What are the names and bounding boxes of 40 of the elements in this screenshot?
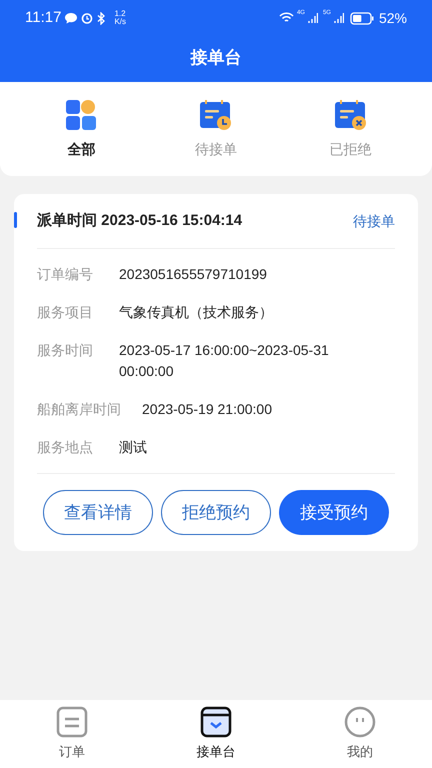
network-speed-value: 1.2 <box>114 10 126 18</box>
accent-bar <box>14 212 17 228</box>
calendar-clock-icon <box>198 98 233 130</box>
calendar-cross-icon <box>334 98 368 130</box>
field-label: 服务项目 <box>37 303 94 322</box>
face-icon <box>344 706 376 738</box>
list-icon <box>56 706 88 738</box>
category-tab[interactable]: 已拒绝 <box>300 98 401 160</box>
nav-tab[interactable]: 接单台 <box>166 706 266 762</box>
wifi-icon <box>278 12 294 24</box>
action-button[interactable]: 拒绝预约 <box>161 490 271 535</box>
field-label: 船舶离岸时间 <box>37 400 121 419</box>
page-title: 接单台 <box>190 47 242 70</box>
action-button[interactable]: 接受预约 <box>279 490 389 535</box>
category-tab[interactable]: 待接单 <box>166 98 266 160</box>
nav-tab[interactable]: 我的 <box>310 706 410 762</box>
action-button[interactable]: 查看详情 <box>43 490 153 535</box>
category-tab[interactable]: 全部 <box>31 98 132 160</box>
battery-icon <box>350 12 374 24</box>
status-time: 11:17 <box>25 8 62 28</box>
battery-percent: 52% <box>378 8 407 28</box>
nav-tab[interactable]: 订单 <box>22 706 122 762</box>
chat-icon <box>65 12 78 24</box>
field-label: 订单编号 <box>37 265 94 284</box>
grid-icon <box>65 98 98 130</box>
field-value: 2023051655579710199 <box>119 265 268 284</box>
calendar-check-icon <box>200 706 232 738</box>
field-value: 2023-05-19 21:00:00 <box>142 400 273 419</box>
field-value: 气象传真机（技术服务） <box>119 303 274 322</box>
dispatch-time: 派单时间 2023-05-16 15:04:14 <box>37 210 242 231</box>
field-label: 服务地点 <box>37 438 94 457</box>
field-label: 服务时间 <box>37 341 94 360</box>
field-value: 测试 <box>119 438 148 457</box>
network-speed-unit: K/s <box>114 18 126 26</box>
field-value: 2023-05-17 16:00:00~2023-05-31 00:00:00 <box>119 341 330 381</box>
signal-icon <box>334 13 344 23</box>
bluetooth-icon <box>97 12 106 24</box>
signal-icon <box>308 13 318 23</box>
alarm-icon <box>81 12 94 24</box>
order-status: 待接单 <box>353 212 395 230</box>
